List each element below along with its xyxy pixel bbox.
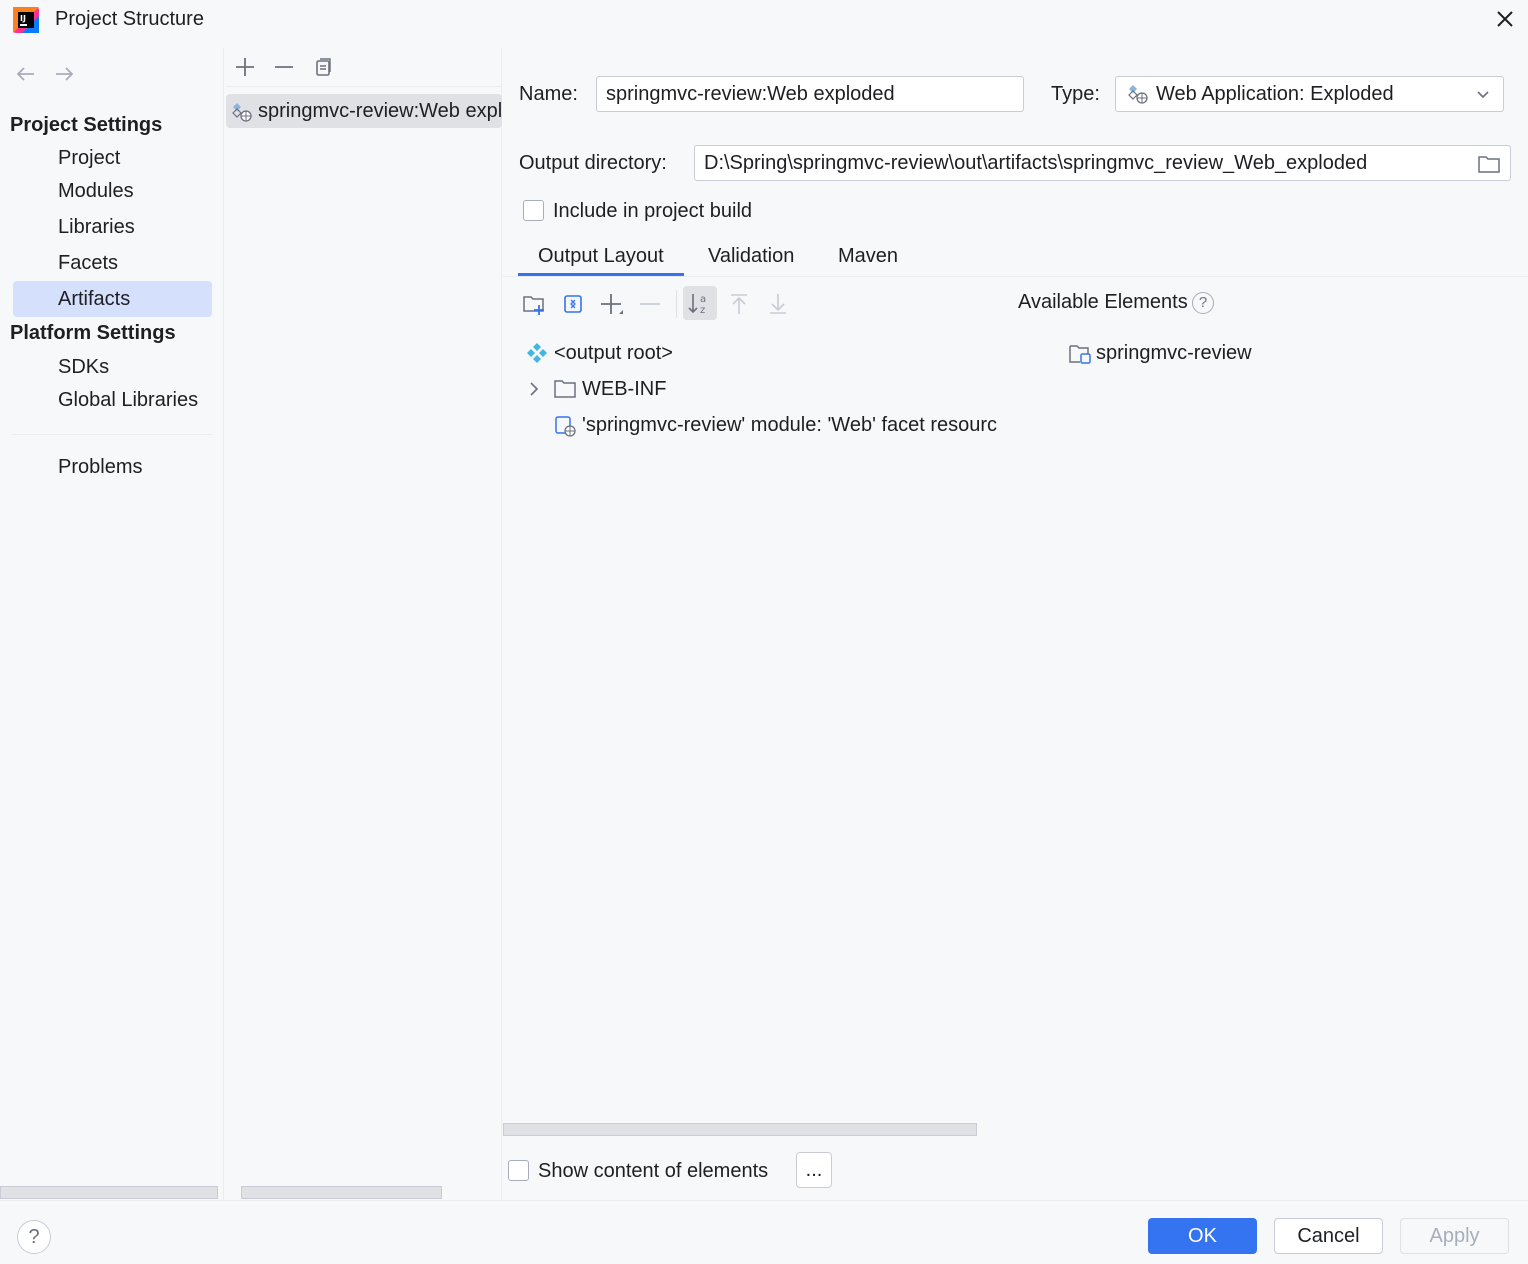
include-in-build-label: Include in project build: [553, 200, 753, 222]
artifact-list-panel: [225, 48, 502, 1200]
output-root-icon: [526, 342, 548, 364]
cancel-button[interactable]: Cancel: [1274, 1218, 1383, 1254]
include-in-build-checkbox[interactable]: [523, 200, 544, 221]
artifact-list-item[interactable]: springmvc-review:Web exploded: [226, 94, 502, 128]
apply-button[interactable]: Apply: [1400, 1218, 1509, 1254]
ok-button[interactable]: OK: [1148, 1218, 1257, 1254]
nav-item-libraries[interactable]: Libraries: [13, 209, 212, 245]
nav-item-project[interactable]: Project: [13, 140, 212, 176]
folder-icon: [553, 378, 577, 400]
nav-item-global-libraries[interactable]: Global Libraries: [13, 382, 212, 418]
show-content-checkbox[interactable]: [508, 1160, 529, 1181]
svg-text:IJ: IJ: [20, 14, 26, 23]
name-field[interactable]: springmvc-review:Web exploded: [596, 76, 1024, 112]
toolbar-separator: [676, 290, 677, 318]
footer-separator: [0, 1200, 1528, 1201]
move-up-icon[interactable]: [725, 290, 753, 318]
nav-horizontal-scrollbar[interactable]: [0, 1186, 218, 1199]
project-settings-header: Project Settings: [10, 114, 163, 136]
tree-item-output-root[interactable]: <output root>: [554, 342, 673, 365]
close-icon[interactable]: [1492, 6, 1518, 32]
help-icon[interactable]: ?: [1192, 292, 1214, 314]
remove-element-icon[interactable]: [636, 290, 664, 318]
title-bar: [0, 0, 1528, 48]
module-folder-icon: [1068, 343, 1092, 365]
create-directory-icon[interactable]: [520, 290, 548, 318]
artifact-name: springmvc-review:Web exploded: [258, 100, 502, 122]
type-select-value: Web Application: Exploded: [1156, 83, 1394, 105]
svg-text:a: a: [700, 294, 706, 305]
web-artifact-icon: [230, 100, 254, 124]
remove-icon[interactable]: [272, 55, 296, 79]
add-icon[interactable]: [233, 55, 257, 79]
forward-arrow-icon[interactable]: [52, 62, 76, 86]
type-select[interactable]: Web Application: Exploded: [1115, 76, 1504, 112]
web-artifact-icon: [1126, 82, 1150, 106]
window-title: Project Structure: [55, 8, 204, 30]
intellij-logo-icon: IJ: [12, 6, 40, 34]
folder-browse-icon[interactable]: [1477, 153, 1501, 175]
nav-item-sdks[interactable]: SDKs: [13, 349, 212, 385]
name-label: Name:: [519, 83, 578, 105]
available-item-module[interactable]: springmvc-review: [1096, 342, 1252, 365]
output-directory-label: Output directory:: [519, 152, 667, 174]
artifact-list-scrollbar[interactable]: [241, 1186, 442, 1199]
output-directory-field[interactable]: D:\Spring\springmvc-review\out\artifacts…: [694, 145, 1511, 181]
tree-item-web-inf[interactable]: WEB-INF: [582, 378, 666, 401]
output-directory-value: D:\Spring\springmvc-review\out\artifacts…: [704, 152, 1368, 174]
tree-item-web-facet-resources[interactable]: 'springmvc-review' module: 'Web' facet r…: [582, 414, 997, 437]
artifact-list-separator: [226, 86, 502, 87]
nav-item-artifacts[interactable]: Artifacts: [13, 281, 212, 317]
add-element-icon[interactable]: [597, 290, 625, 318]
copy-icon[interactable]: [311, 55, 335, 79]
help-button[interactable]: ?: [17, 1220, 51, 1254]
create-archive-icon[interactable]: [559, 290, 587, 318]
nav-item-problems[interactable]: Problems: [13, 449, 212, 485]
tab-separator: [503, 276, 1528, 277]
web-facet-resource-icon: [554, 414, 578, 438]
platform-settings-header: Platform Settings: [10, 322, 176, 344]
available-elements-label: Available Elements: [1018, 291, 1188, 313]
show-content-label: Show content of elements: [538, 1160, 769, 1182]
tab-output-layout[interactable]: Output Layout: [518, 240, 684, 276]
chevron-down-icon: [1474, 85, 1492, 103]
nav-divider: [12, 434, 212, 435]
type-label: Type:: [1051, 83, 1100, 105]
nav-item-facets[interactable]: Facets: [13, 245, 212, 281]
svg-text:z: z: [700, 305, 705, 316]
layout-horizontal-scrollbar[interactable]: [503, 1123, 977, 1136]
tab-validation[interactable]: Validation: [688, 240, 814, 276]
back-arrow-icon[interactable]: [14, 62, 38, 86]
show-content-options-button[interactable]: ...: [796, 1152, 832, 1188]
sort-alphabetically-icon[interactable]: az: [683, 286, 717, 320]
move-down-icon[interactable]: [764, 290, 792, 318]
tab-maven[interactable]: Maven: [818, 240, 918, 276]
chevron-right-icon[interactable]: [524, 379, 544, 399]
nav-item-modules[interactable]: Modules: [13, 173, 212, 209]
